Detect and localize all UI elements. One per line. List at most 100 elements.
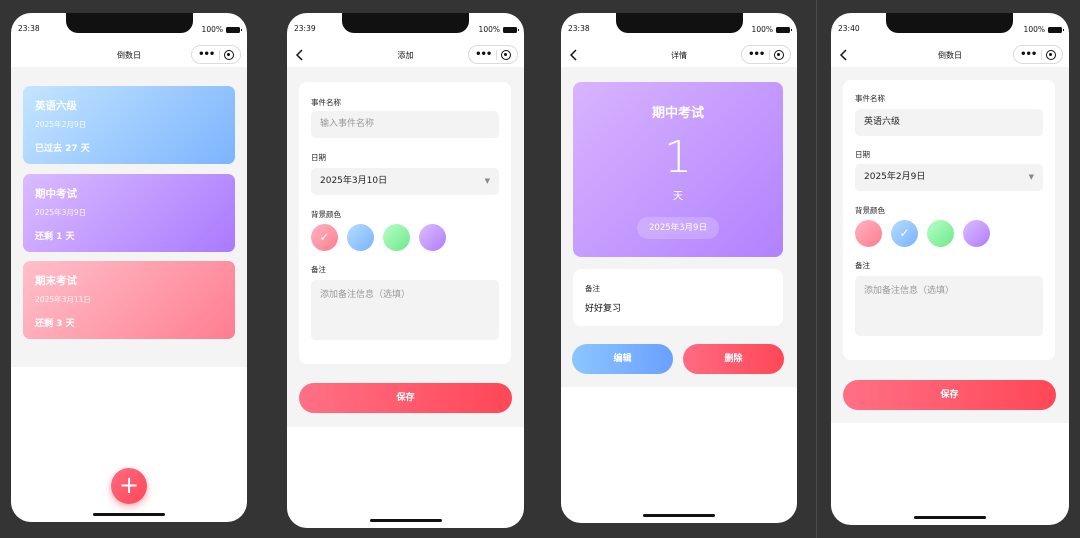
battery-percent: 100%: [201, 25, 223, 34]
event-name: 期末考试: [35, 275, 77, 287]
date-label: 日期: [311, 153, 326, 162]
notch: [616, 13, 743, 33]
note-textarea[interactable]: 添加备注信息（选填）: [855, 276, 1043, 336]
capsule-separator: [218, 49, 220, 60]
note-card: 备注 好好复习: [573, 269, 783, 326]
status-time: 23:40: [838, 24, 860, 33]
more-icon[interactable]: •••: [198, 49, 215, 60]
phone-detail-screen: 23:38 100% 详情 ••• 期中考试 1 天 2025年3月9日 备注 …: [561, 13, 797, 523]
color-swatch-purple[interactable]: [963, 220, 990, 247]
home-indicator: [93, 513, 165, 516]
battery-icon: [226, 26, 242, 33]
battery-indicator: 100%: [751, 25, 792, 34]
status-time: 23:39: [294, 24, 316, 33]
capsule-separator: [768, 49, 770, 60]
event-form: 事件名称 英语六级 日期 2025年2月9日 ▼ 背景颜色 ✓ 备注 添加备注信…: [843, 80, 1055, 360]
close-target-icon[interactable]: [223, 49, 234, 60]
note-label: 备注: [311, 265, 326, 274]
mini-program-capsule[interactable]: •••: [468, 45, 518, 64]
event-card-1[interactable]: 英语六级 2025年2月9日 已过去 27 天: [23, 86, 235, 164]
event-count: 还剩 3 天: [35, 319, 75, 329]
color-swatch-pink[interactable]: [855, 220, 882, 247]
note-label: 备注: [585, 284, 600, 293]
color-swatch-green[interactable]: [927, 220, 954, 247]
name-label: 事件名称: [311, 98, 341, 107]
battery-icon: [1048, 26, 1064, 33]
event-form: 事件名称 输入事件名称 日期 2025年3月10日 ▼ 背景颜色 ✓ 备注 添加…: [299, 82, 511, 364]
mini-program-capsule[interactable]: •••: [1013, 45, 1063, 64]
event-date-pill: 2025年3月9日: [637, 217, 719, 239]
phone-edit-screen: 23:40 100% 倒数日 ••• 事件名称 英语六级 日期 2025年2月9…: [831, 13, 1069, 525]
note-value: 好好复习: [585, 304, 622, 314]
edit-button[interactable]: 编辑: [572, 344, 673, 374]
phone-list-screen: 23:38 100% 倒数日 ••• 英语六级 2025年2月9日 已过去 27…: [11, 13, 247, 522]
screen-divider: [816, 0, 817, 538]
status-time: 23:38: [568, 24, 590, 33]
color-swatch-purple[interactable]: [419, 224, 446, 251]
countdown-number: 1: [664, 132, 692, 183]
home-indicator: [914, 516, 986, 519]
note-label: 备注: [855, 261, 870, 270]
name-label: 事件名称: [855, 94, 885, 103]
color-label: 背景颜色: [855, 206, 885, 215]
battery-percent: 100%: [751, 25, 773, 34]
mini-program-capsule[interactable]: •••: [191, 45, 241, 64]
close-target-icon[interactable]: [773, 49, 784, 60]
nav-bar: 详情 •••: [561, 43, 797, 67]
notch: [886, 13, 1013, 33]
add-event-button[interactable]: +: [111, 468, 147, 504]
date-picker[interactable]: 2025年3月10日 ▼: [311, 168, 499, 195]
color-swatch-pink[interactable]: ✓: [311, 224, 338, 251]
status-time: 23:38: [18, 24, 40, 33]
chevron-down-icon: ▼: [1028, 173, 1034, 181]
capsule-separator: [1040, 49, 1042, 60]
event-name: 期中考试: [651, 106, 704, 121]
nav-bar: 添加 •••: [287, 43, 524, 67]
color-swatch-blue[interactable]: [347, 224, 374, 251]
notch: [342, 13, 469, 33]
save-button[interactable]: 保存: [299, 383, 512, 413]
event-count: 还剩 1 天: [35, 232, 75, 242]
event-name-input[interactable]: 英语六级: [855, 109, 1043, 136]
more-icon[interactable]: •••: [475, 49, 492, 60]
mini-program-capsule[interactable]: •••: [741, 45, 791, 64]
nav-bar: 倒数日 •••: [831, 43, 1069, 67]
notch: [66, 13, 193, 33]
event-name: 期中考试: [35, 188, 77, 200]
color-swatch-blue[interactable]: ✓: [891, 220, 918, 247]
event-card-2[interactable]: 期中考试 2025年3月9日 还剩 1 天: [23, 174, 235, 252]
chevron-down-icon: ▼: [484, 177, 490, 185]
color-label: 背景颜色: [311, 210, 341, 219]
date-picker[interactable]: 2025年2月9日 ▼: [855, 164, 1043, 191]
more-icon[interactable]: •••: [1020, 49, 1037, 60]
home-indicator: [643, 514, 715, 517]
more-icon[interactable]: •••: [748, 49, 765, 60]
countdown-card: 期中考试 1 天 2025年3月9日: [573, 82, 783, 257]
date-value: 2025年3月10日: [320, 176, 388, 186]
event-name-input[interactable]: 输入事件名称: [311, 111, 499, 138]
battery-percent: 100%: [1023, 25, 1045, 34]
battery-icon: [776, 26, 792, 33]
battery-percent: 100%: [478, 25, 500, 34]
event-date: 2025年3月9日: [35, 208, 87, 217]
battery-indicator: 100%: [201, 25, 242, 34]
event-count: 已过去 27 天: [35, 144, 90, 154]
date-label: 日期: [855, 150, 870, 159]
countdown-unit: 天: [672, 190, 684, 202]
note-textarea[interactable]: 添加备注信息（选填）: [311, 280, 499, 340]
event-date: 2025年3月11日: [35, 295, 91, 304]
close-target-icon[interactable]: [1045, 49, 1056, 60]
event-date: 2025年2月9日: [35, 120, 87, 129]
color-swatch-green[interactable]: [383, 224, 410, 251]
nav-bar: 倒数日 •••: [11, 43, 247, 67]
date-value: 2025年2月9日: [864, 172, 926, 182]
battery-icon: [503, 26, 519, 33]
battery-indicator: 100%: [478, 25, 519, 34]
phone-add-screen: 23:39 100% 添加 ••• 事件名称 输入事件名称 日期 2025年3月…: [287, 13, 524, 528]
battery-indicator: 100%: [1023, 25, 1064, 34]
home-indicator: [369, 519, 442, 522]
event-card-3[interactable]: 期末考试 2025年3月11日 还剩 3 天: [23, 261, 235, 339]
save-button[interactable]: 保存: [843, 380, 1056, 410]
close-target-icon[interactable]: [500, 49, 511, 60]
delete-button[interactable]: 删除: [683, 344, 784, 374]
